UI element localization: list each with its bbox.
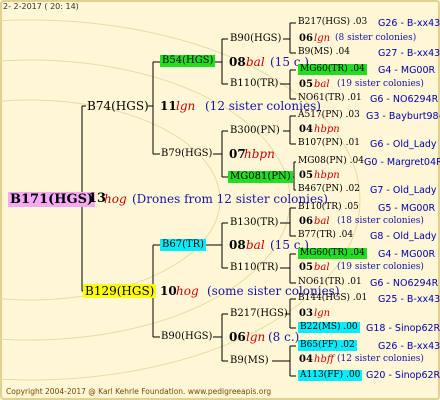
g4-ref: G4 - MG00R bbox=[378, 65, 436, 76]
g2-node-id: B54(HGS) bbox=[160, 55, 216, 67]
g1-gen-num: 11 bbox=[160, 99, 177, 113]
g4-node-id: B467(PN) .02 bbox=[298, 184, 360, 194]
copyright-footer: Copyright 2004-2017 @ Karl Kehrle Founda… bbox=[6, 387, 272, 396]
g3-gen-note: (8 sister colonies) bbox=[335, 33, 417, 43]
g3-gen-race: bal bbox=[314, 216, 330, 227]
g1-gen-num: 10 bbox=[160, 284, 177, 298]
g4-node-id: MG60(TR) .04 bbox=[298, 64, 367, 75]
pedigree-frame: 2- 2-2017 ( 20: 14) B171(HGS) 13 hog (Dr… bbox=[0, 0, 440, 400]
g1-gen-race: hog bbox=[176, 284, 199, 298]
g4-ref: G8 - Old_Lady bbox=[370, 231, 437, 242]
header-timestamp: 2- 2-2017 ( 20: 14) bbox=[3, 2, 79, 11]
g2-gen-race: hbpn bbox=[244, 147, 275, 161]
g4-node-id: B65(FF) .02 bbox=[298, 340, 357, 351]
g2-node-id: B67(TR) bbox=[160, 239, 207, 251]
g2-gen-num: 06 bbox=[229, 330, 246, 344]
g3-gen-note: (12 sister colonies) bbox=[337, 354, 424, 364]
g4-node-id: A517(PN) .03 bbox=[298, 110, 360, 120]
g4-ref: G20 - Sinop62R bbox=[366, 370, 440, 381]
g4-ref: G4 - MG00R bbox=[378, 249, 436, 260]
g4-node-id: B110(TR) .05 bbox=[298, 202, 359, 212]
g3-node-id: MG081(PN) bbox=[228, 171, 293, 183]
g1-node-id: B129(HGS) bbox=[83, 284, 157, 298]
g3-gen-race: bal bbox=[314, 262, 330, 273]
g4-node-id: MG08(PN) .04 bbox=[298, 156, 364, 166]
g2-node-id: B79(HGS) bbox=[161, 148, 213, 159]
g3-node-id: B9(MS) bbox=[230, 355, 269, 366]
g4-ref: G6 - NO6294R bbox=[370, 94, 439, 105]
g3-node-id: B110(TR) bbox=[230, 78, 279, 89]
g1-gen-race: lgn bbox=[176, 99, 196, 113]
g1-node-id: B74(HGS) bbox=[87, 99, 149, 113]
g2-gen-race: bal bbox=[246, 238, 265, 252]
g2-node-id: B90(HGS) bbox=[161, 331, 213, 342]
g4-node-id: NO61(TR) .01 bbox=[298, 277, 362, 287]
g3-gen-num: 04 bbox=[299, 354, 313, 365]
g2-gen-race: lgn bbox=[246, 330, 266, 344]
g3-gen-note: (19 sister colonies) bbox=[337, 79, 424, 89]
g4-ref: G7 - Old_Lady bbox=[370, 185, 437, 196]
g4-ref: G18 - Sinop62R bbox=[366, 323, 440, 334]
g4-node-id: NO61(TR) .01 bbox=[298, 93, 362, 103]
g3-gen-note: (19 sister colonies) bbox=[337, 262, 424, 272]
g2-gen-num: 08 bbox=[229, 238, 246, 252]
g4-ref: G0 - Margret04R bbox=[364, 157, 440, 168]
root-gen-race: hog bbox=[104, 192, 127, 206]
g3-gen-note: (18 sister colonies) bbox=[337, 216, 424, 226]
g3-gen-num: 05 bbox=[299, 79, 313, 90]
g4-ref: G3 - Bayburt98-3 bbox=[366, 111, 440, 122]
g3-gen-race: hbff bbox=[314, 354, 334, 365]
g4-node-id: B144(HGS) .01 bbox=[298, 293, 368, 303]
g4-node-id: MG60(TR) .04 bbox=[298, 248, 367, 259]
g4-node-id: A113(FF) .00 bbox=[298, 370, 363, 381]
g2-gen-note: (8 c.) bbox=[268, 330, 300, 344]
root-node-id: B171(HGS) bbox=[8, 192, 96, 207]
g4-node-id: B217(HGS) .03 bbox=[298, 17, 368, 27]
g4-ref: G26 - B-xx43 bbox=[378, 341, 440, 352]
g4-ref: G25 - B-xx43 bbox=[378, 294, 440, 305]
g3-gen-num: 03 bbox=[299, 308, 313, 319]
g3-gen-race: hbpn bbox=[314, 124, 340, 135]
g3-gen-race: lgn bbox=[314, 33, 331, 44]
g4-ref: G6 - NO6294R bbox=[370, 278, 439, 289]
g3-gen-num: 05 bbox=[299, 262, 313, 273]
g3-node-id: B110(TR) bbox=[230, 262, 279, 273]
g4-node-id: B107(PN) .01 bbox=[298, 138, 360, 148]
g4-node-id: B77(TR) .04 bbox=[298, 230, 354, 240]
g3-gen-num: 06 bbox=[299, 216, 313, 227]
g3-gen-num: 04 bbox=[299, 124, 313, 135]
g3-gen-race: hbpn bbox=[314, 170, 340, 181]
g2-gen-race: bal bbox=[246, 55, 265, 69]
g3-gen-num: 05 bbox=[299, 170, 313, 181]
g3-gen-num: 06 bbox=[299, 33, 313, 44]
g4-ref: G26 - B-xx43 bbox=[378, 18, 440, 29]
g3-node-id: B217(HGS) bbox=[230, 308, 288, 319]
g4-ref: G5 - MG00R bbox=[378, 203, 436, 214]
g3-gen-race: bal bbox=[314, 79, 330, 90]
g4-node-id: B22(MS) .00 bbox=[298, 322, 360, 333]
g4-ref: G6 - Old_Lady bbox=[370, 139, 437, 150]
g3-node-id: B90(HGS) bbox=[230, 33, 282, 44]
g3-node-id: B130(TR) bbox=[230, 217, 279, 228]
g4-node-id: B9(MS) .04 bbox=[298, 47, 350, 57]
g3-node-id: B300(PN) bbox=[230, 125, 280, 136]
g4-ref: G27 - B-xx43 bbox=[378, 48, 440, 59]
g3-gen-race: lgn bbox=[314, 308, 331, 319]
g2-gen-num: 08 bbox=[229, 55, 246, 69]
